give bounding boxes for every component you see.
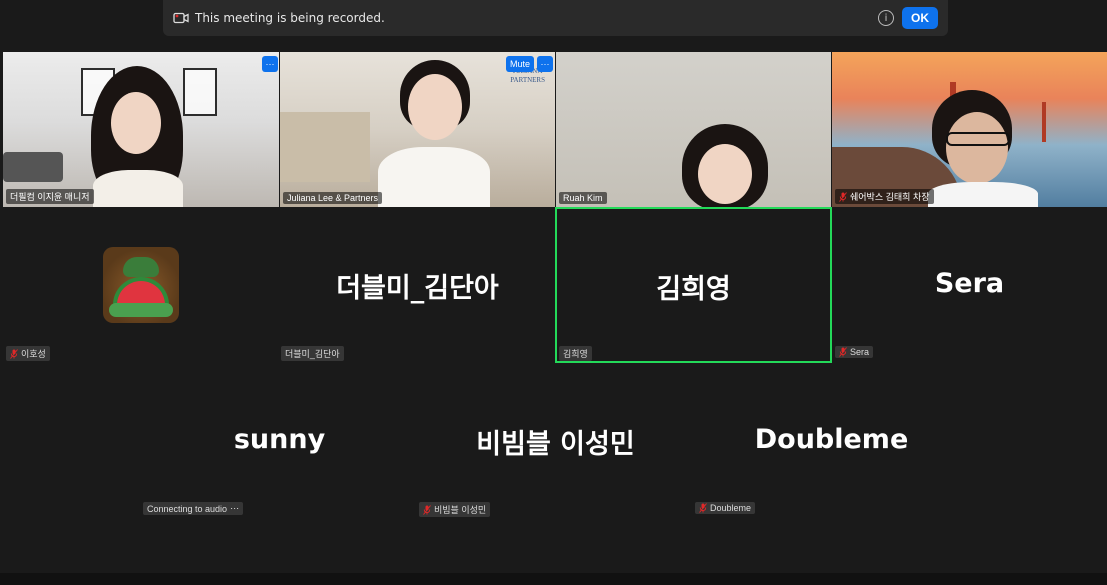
participant-name-tag: Sera: [835, 346, 874, 358]
participant-name: Doubleme: [710, 503, 752, 513]
participant-name-tag: Ruah Kim: [559, 192, 607, 204]
more-options-button[interactable]: ···: [262, 56, 278, 72]
record-video-icon: [173, 12, 189, 24]
participant-face: [698, 144, 752, 204]
participant-name: 김희영: [563, 349, 588, 359]
avatar-decor: [109, 303, 173, 317]
meeting-toolbar[interactable]: [0, 573, 1107, 585]
sofa-decor: [3, 152, 63, 182]
participant-name-tag: 더필컴 이지윤 매니저: [6, 189, 94, 204]
video-tile-1[interactable]: ··· 더필컴 이지윤 매니저: [3, 52, 279, 207]
muted-mic-icon: [423, 504, 431, 515]
video-tile-4[interactable]: 쉐어박스 김태희 차장: [832, 52, 1107, 207]
participant-display-name: 비빔블 이성민: [476, 429, 635, 460]
bridge-decor: [1042, 102, 1046, 142]
recording-notice-text: This meeting is being recorded.: [195, 11, 385, 25]
name-tile-7[interactable]: Doubleme Doubleme: [694, 364, 969, 519]
video-tile-2[interactable]: JULIANA PARTNERS Mute ··· Juliana Lee & …: [280, 52, 555, 207]
connecting-audio-tag: Connecting to audio ⋯: [143, 502, 244, 515]
participant-name-tag: 더블미_김단아: [281, 346, 344, 361]
name-tile-6[interactable]: 비빔블 이성민 비빔블 이성민: [418, 364, 693, 519]
video-tile-3[interactable]: Ruah Kim: [556, 52, 831, 207]
info-icon[interactable]: i: [878, 10, 894, 26]
participant-name: 비빔블 이성민: [434, 505, 487, 515]
participant-display-name: 더블미_김단아: [336, 273, 499, 304]
room-decor: [280, 112, 370, 182]
muted-mic-icon: [699, 503, 707, 513]
window-decor: [183, 68, 217, 116]
loading-dots-icon: ⋯: [230, 503, 240, 513]
muted-mic-icon: [839, 347, 847, 357]
muted-mic-icon: [10, 348, 18, 359]
participant-name: Ruah Kim: [563, 193, 603, 203]
participant-name-tag: 김희영: [559, 346, 592, 361]
participant-body: [93, 170, 183, 207]
participant-face: [111, 92, 161, 154]
mute-button[interactable]: Mute: [506, 56, 534, 72]
name-tile-5[interactable]: sunny Connecting to audio ⋯: [142, 364, 417, 519]
more-options-button[interactable]: ···: [537, 56, 553, 72]
recording-banner: This meeting is being recorded. i OK: [163, 0, 948, 36]
participant-face: [408, 74, 462, 140]
name-tile-2[interactable]: 더블미_김단아 더블미_김단아: [280, 208, 555, 363]
avatar-decor: [123, 257, 159, 277]
participant-name-tag: 쉐어박스 김태희 차장: [835, 189, 934, 204]
participant-name-tag: 비빔블 이성민: [419, 502, 491, 517]
participant-display-name: Sera: [934, 268, 1005, 299]
participant-body: [928, 182, 1038, 207]
connecting-audio-text: Connecting to audio: [147, 503, 228, 514]
participant-name: Juliana Lee & Partners: [287, 193, 379, 203]
participant-name: 더필컴 이지윤 매니저: [10, 192, 90, 202]
participant-name: 쉐어박스 김태희 차장: [850, 192, 930, 202]
participant-display-name: sunny: [233, 424, 326, 455]
participant-display-name: 김희영: [656, 274, 731, 305]
participant-body: [378, 147, 490, 207]
participant-name-tag: 이호성: [6, 346, 50, 361]
participant-name: Sera: [850, 347, 870, 357]
name-tile-3-active-speaker[interactable]: 김희영 김희영: [555, 207, 832, 363]
muted-mic-icon: [839, 191, 847, 202]
logo-line: PARTNERS: [510, 76, 545, 84]
participant-name: 이호성: [21, 349, 46, 359]
participant-face: [946, 112, 1008, 184]
glasses-decor: [946, 132, 1010, 146]
name-tile-1[interactable]: 이호성: [3, 208, 279, 363]
name-tile-4[interactable]: Sera Sera: [832, 208, 1107, 363]
watermelon-avatar: [103, 247, 179, 323]
ok-button[interactable]: OK: [902, 7, 938, 29]
participant-name: 더블미_김단아: [285, 349, 340, 359]
participant-name-tag: Doubleme: [695, 502, 756, 514]
participant-display-name: Doubleme: [754, 424, 909, 455]
participant-name-tag: Juliana Lee & Partners: [283, 192, 383, 204]
